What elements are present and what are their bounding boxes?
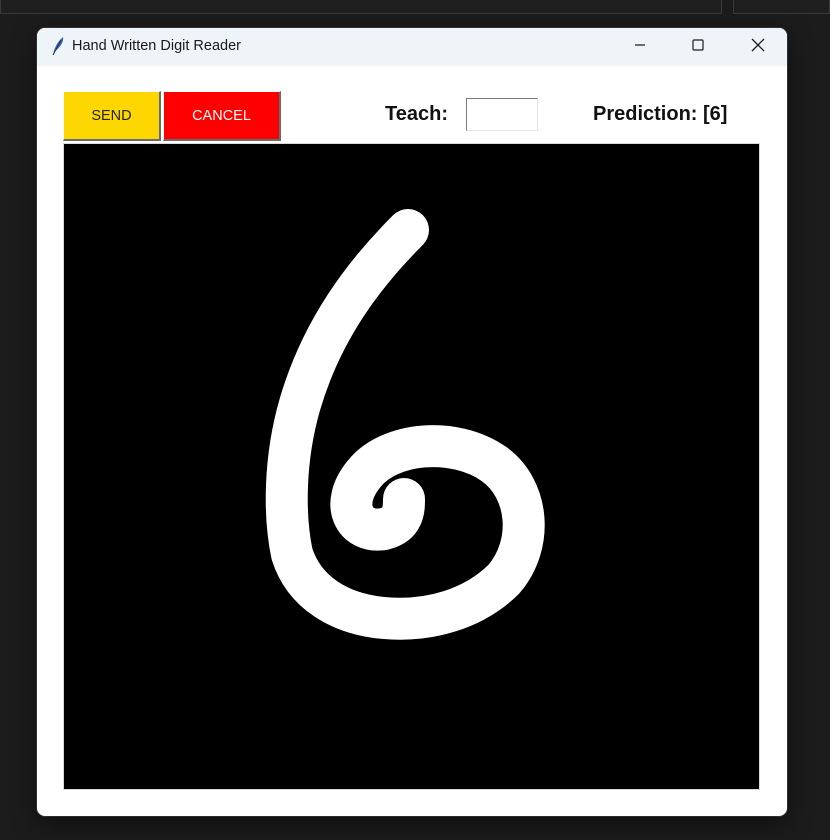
maximize-icon [692, 38, 704, 56]
close-icon [751, 38, 765, 57]
teach-label: Teach: [385, 103, 448, 125]
title-bar[interactable]: Hand Written Digit Reader [37, 28, 787, 66]
close-button[interactable] [729, 28, 787, 66]
drawing-canvas[interactable] [63, 143, 760, 790]
background-window-edge [0, 0, 722, 14]
prediction-text: Prediction: [6] [593, 103, 728, 125]
maximize-button[interactable] [669, 28, 727, 66]
send-button[interactable]: SEND [63, 91, 161, 141]
window-title: Hand Written Digit Reader [72, 38, 241, 54]
app-window: Hand Written Digit Reader SEND CANCEL Te… [37, 28, 787, 816]
minimize-icon [634, 38, 646, 56]
teach-input[interactable] [466, 98, 538, 131]
feather-icon [50, 36, 66, 56]
cancel-button[interactable]: CANCEL [163, 91, 281, 141]
minimize-button[interactable] [611, 28, 669, 66]
drawn-stroke [265, 209, 545, 640]
background-window-edge [733, 0, 830, 14]
